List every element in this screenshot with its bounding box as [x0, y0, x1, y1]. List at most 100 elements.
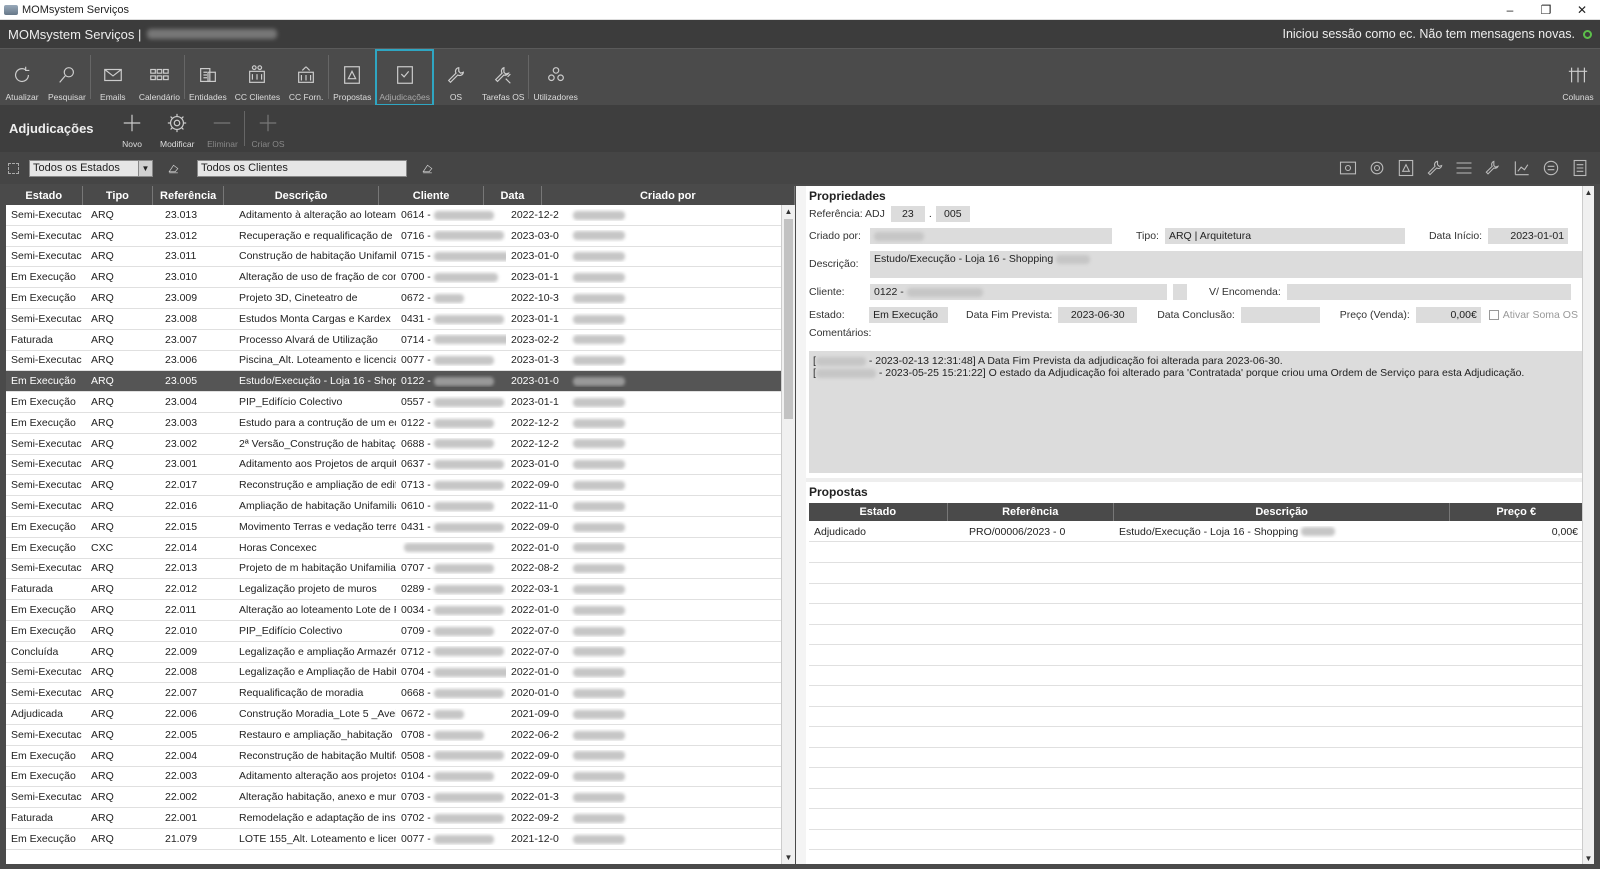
eliminar-button[interactable]: Eliminar	[200, 105, 244, 152]
data-fim-field[interactable]: 2023-06-30	[1058, 307, 1138, 323]
view-filter-button[interactable]	[1336, 156, 1360, 180]
cell-descricao: Alteração ao loteamento Lote de P	[234, 604, 396, 616]
col-referencia[interactable]: Referência	[153, 186, 225, 205]
scroll-up-icon[interactable]: ▲	[1583, 186, 1594, 198]
col-tipo[interactable]: Tipo	[83, 186, 154, 205]
export-filter-button[interactable]	[1568, 156, 1592, 180]
table-row[interactable]: Em Execução ARQ 23.004 PIP_Edifício Colecti…	[6, 392, 795, 413]
data-conclusao-field[interactable]	[1240, 307, 1320, 323]
table-row[interactable]: Faturada ARQ 22.001 Remodelação e adaptação…	[6, 808, 795, 829]
ativar-soma-os-checkbox[interactable]	[1488, 310, 1499, 320]
table-row[interactable]: Em Execução ARQ 22.004 Reconstrução de habi…	[6, 746, 795, 767]
propostas-col-descricao[interactable]: Descrição	[1114, 503, 1451, 521]
details-scrollbar[interactable]: ▲ ▼	[1582, 186, 1594, 864]
table-row[interactable]: Faturada ARQ 22.012 Legalização projeto de …	[6, 579, 795, 601]
propostas-col-preco[interactable]: Preço €	[1450, 503, 1583, 521]
money-filter-button[interactable]	[1539, 156, 1563, 180]
tipo-field[interactable]: ARQ | Arquitetura	[1164, 228, 1405, 244]
user-name-redacted	[573, 772, 625, 782]
cliente-field[interactable]: 0122 -	[870, 284, 1167, 300]
propostas-button[interactable]: Propostas	[329, 49, 375, 106]
clear-estado-filter-button[interactable]	[163, 160, 183, 177]
colunas-button[interactable]: Colunas	[1556, 49, 1600, 106]
criar-os-button[interactable]: Criar OS	[245, 105, 290, 152]
maximize-button[interactable]: ❐	[1528, 0, 1564, 20]
table-row[interactable]: Em Execução ARQ 22.003 Aditamento alteração…	[6, 767, 795, 788]
os-button[interactable]: OS	[434, 49, 478, 106]
adjudicacoes-button[interactable]: Adjudicações	[375, 49, 434, 106]
clientes-filter-input[interactable]: Todos os Clientes	[197, 159, 407, 177]
scroll-down-icon[interactable]: ▼	[782, 851, 795, 864]
table-row[interactable]: Semi-Executac ARQ 22.016 Ampliação de habit…	[6, 496, 795, 517]
table-row[interactable]: Faturada ARQ 23.007 Processo Alvará de Util…	[6, 330, 795, 351]
table-row[interactable]: Semi-Executac ARQ 22.002 Alteração habitaçã…	[6, 787, 795, 809]
atualizar-button[interactable]: Atualizar	[0, 49, 44, 106]
table-row[interactable]: Semi-Executac ARQ 22.013 Projeto de m habit…	[6, 559, 795, 580]
table-row[interactable]: Semi-Executac ARQ 23.013 Aditamento à alter…	[6, 205, 795, 226]
cliente-lookup-button[interactable]	[1173, 284, 1187, 300]
col-estado[interactable]: Estado	[6, 186, 83, 205]
proposta-row[interactable]: Adjudicado PRO/00006/2023 - 0 Estudo/Exe…	[809, 522, 1583, 542]
col-criado-por[interactable]: Criado por	[542, 186, 795, 205]
scroll-up-icon[interactable]: ▲	[782, 205, 795, 218]
calendario-button[interactable]: Calendário	[135, 49, 184, 106]
table-row[interactable]: Em Execução ARQ 23.010 Alteração de uso de …	[6, 267, 795, 289]
list-filter-button[interactable]	[1452, 156, 1476, 180]
preco-venda-field[interactable]: 0,00€	[1415, 307, 1481, 323]
emails-button[interactable]: Emails	[91, 49, 135, 106]
table-row[interactable]: Semi-Executac ARQ 22.005 Restauro e ampliaç…	[6, 725, 795, 746]
tasks-filter-button[interactable]	[1481, 156, 1505, 180]
table-row[interactable]: Semi-Executac ARQ 23.012 Recuperação e requ…	[6, 226, 795, 247]
clear-clientes-filter-button[interactable]	[417, 160, 437, 177]
select-all-checkbox[interactable]	[8, 162, 19, 174]
settings-filter-button[interactable]	[1365, 156, 1389, 180]
comentarios-field[interactable]: [ - 2023-02-13 12:31:48] A Data Fim Prev…	[809, 351, 1583, 473]
cell-referencia-text: 21.079	[165, 832, 198, 845]
table-row[interactable]: Semi-Executac ARQ 22.017 Reconstrução e amp…	[6, 475, 795, 497]
novo-button[interactable]: Novo	[110, 105, 154, 152]
table-row[interactable]: Semi-Executac ARQ 23.002 2ª Versão_Construç…	[6, 434, 795, 455]
propostas-col-estado[interactable]: Estado	[809, 503, 948, 521]
encomenda-field[interactable]	[1286, 284, 1571, 300]
pane-splitter[interactable]	[796, 186, 806, 864]
propostas-col-referencia[interactable]: Referência	[948, 503, 1114, 521]
table-row[interactable]: Em Execução ARQ 23.003 Estudo para a contru…	[6, 413, 795, 434]
minimize-button[interactable]: –	[1492, 0, 1528, 20]
close-button[interactable]: ✕	[1564, 0, 1600, 20]
table-row[interactable]: Em Execução CXC 22.014 Horas Concexec 2022-0…	[6, 538, 795, 559]
col-cliente[interactable]: Cliente	[379, 186, 485, 205]
cc-clientes-button[interactable]: CC Clientes	[231, 49, 284, 106]
table-row[interactable]: Em Execução ARQ 21.079 LOTE 155_Alt. Loteam…	[6, 829, 795, 850]
table-row[interactable]: Adjudicada ARQ 22.006 Construção Moradia_Lo…	[6, 704, 795, 725]
descricao-field[interactable]: Estudo/Execução - Loja 16 - Shopping	[870, 251, 1582, 278]
scroll-down-icon[interactable]: ▼	[1583, 852, 1594, 864]
table-row[interactable]: Em Execução ARQ 23.009 Projeto 3D, Cineteat…	[6, 288, 795, 309]
utilizadores-button[interactable]: Utilizadores	[529, 49, 581, 106]
table-row[interactable]: Em Execução ARQ 22.011 Alteração ao loteame…	[6, 600, 795, 621]
estado-filter-select[interactable]: Todos os Estados ▼	[29, 159, 153, 177]
table-row[interactable]: Em Execução ARQ 23.005 Estudo/Execução - Lo…	[6, 371, 795, 393]
table-row[interactable]: Semi-Executac ARQ 23.011 Construção de habi…	[6, 247, 795, 268]
os-filter-button[interactable]	[1423, 156, 1447, 180]
proposals-filter-button[interactable]	[1394, 156, 1418, 180]
estado-field[interactable]: Em Execução	[869, 307, 948, 323]
table-row[interactable]: Concluída ARQ 22.009 Legalização e ampliaçã…	[6, 642, 795, 663]
tarefas-os-button[interactable]: Tarefas OS	[478, 49, 529, 106]
table-row[interactable]: Semi-Executac ARQ 23.006 Piscina_Alt. Lotea…	[6, 351, 795, 372]
pesquisar-button[interactable]: Pesquisar	[44, 49, 90, 106]
scrollbar-thumb[interactable]	[784, 219, 793, 419]
modificar-button[interactable]: Modificar	[154, 105, 200, 152]
table-row[interactable]: Em Execução ARQ 22.015 Movimento Terras e v…	[6, 517, 795, 538]
col-descricao[interactable]: Descrição	[224, 186, 379, 205]
table-row[interactable]: Semi-Executac ARQ 22.008 Legalização e Ampl…	[6, 663, 795, 684]
cc-forn-button[interactable]: CC Forn.	[284, 49, 328, 106]
data-inicio-field[interactable]: 2023-01-01	[1488, 228, 1569, 244]
table-row[interactable]: Semi-Executac ARQ 23.001 Aditamento aos Pro…	[6, 455, 795, 476]
table-scrollbar[interactable]: ▲ ▼	[781, 205, 795, 864]
col-data[interactable]: Data	[484, 186, 542, 205]
table-row[interactable]: Semi-Executac ARQ 23.008 Estudos Monta Carg…	[6, 309, 795, 330]
table-row[interactable]: Em Execução ARQ 22.010 PIP_Edifício Colecti…	[6, 621, 795, 642]
entidades-button[interactable]: Entidades	[185, 49, 231, 106]
table-row[interactable]: Semi-Executac ARQ 22.007 Requalificação de …	[6, 683, 795, 705]
chart-filter-button[interactable]	[1510, 156, 1534, 180]
